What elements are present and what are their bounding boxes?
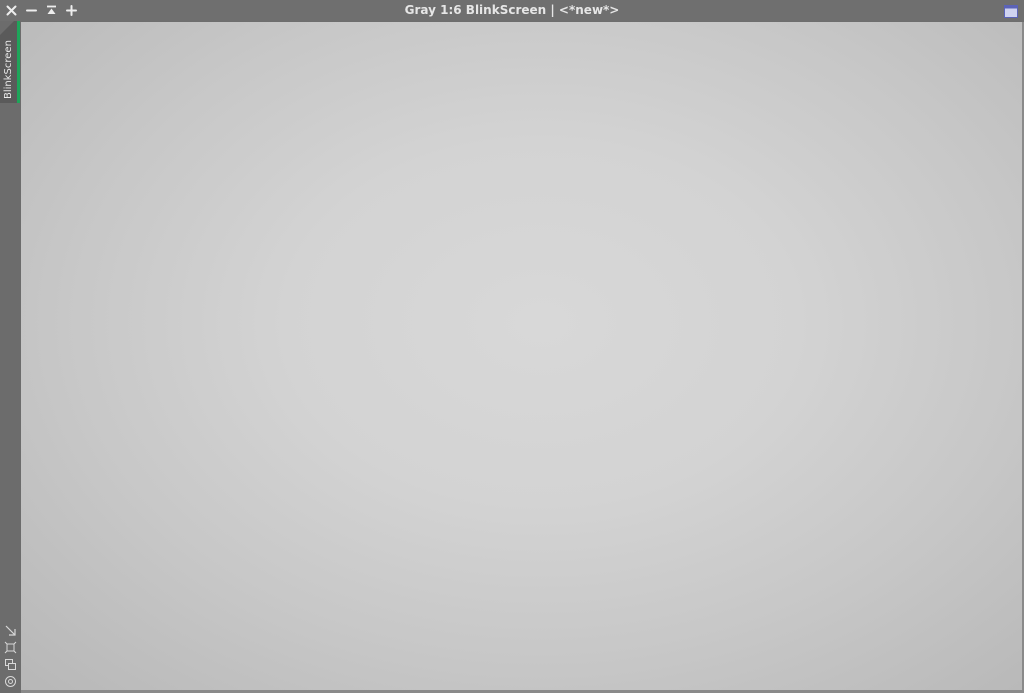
blinkscreen-tab[interactable]: BlinkScreen bbox=[0, 21, 20, 103]
image-window: Gray 1:6 BlinkScreen | <*new*> BlinkScre… bbox=[0, 0, 1024, 693]
tab-label: BlinkScreen bbox=[3, 40, 14, 99]
collapse-up-icon[interactable] bbox=[42, 2, 60, 19]
title-bar[interactable]: Gray 1:6 BlinkScreen | <*new*> bbox=[0, 0, 1024, 21]
view-sidebar: BlinkScreen bbox=[0, 21, 21, 693]
target-icon[interactable] bbox=[4, 673, 17, 687]
copy-windows-icon[interactable] bbox=[4, 656, 17, 670]
close-icon[interactable] bbox=[2, 2, 20, 19]
window-title: Gray 1:6 BlinkScreen | <*new*> bbox=[404, 3, 620, 17]
restore-window-icon[interactable] bbox=[1004, 3, 1018, 18]
crop-icon[interactable] bbox=[4, 639, 17, 654]
diagonal-arrow-icon[interactable] bbox=[4, 622, 17, 636]
image-canvas[interactable] bbox=[21, 22, 1022, 690]
minus-icon[interactable] bbox=[22, 2, 40, 19]
plus-icon[interactable] bbox=[62, 2, 80, 19]
